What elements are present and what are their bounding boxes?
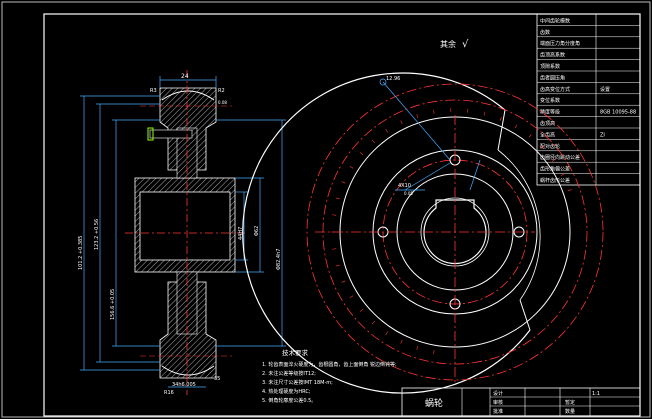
rim-tick [341, 280, 346, 283]
rim-tick [359, 152, 364, 156]
row-value-1: 暂定 [565, 399, 575, 406]
param-label: 齿数 [540, 29, 550, 36]
param-label: 中间齿轮模数 [540, 17, 570, 24]
param-label: 齿顶高系数 [540, 52, 565, 59]
rim-tick [416, 113, 419, 118]
dim-v1: 101.2 +0.385 [78, 236, 84, 270]
rim-tick [433, 109, 435, 114]
rim-tick [371, 320, 375, 325]
side-section-view: 24 R3 R2 0.08 35 34h6.005 R16 101.2 +0.3… [78, 70, 286, 396]
dim-r2b: 0.08 [218, 100, 227, 105]
rim-tick [514, 124, 518, 129]
dim-35: 35 [214, 376, 220, 382]
rim-tick [349, 166, 354, 169]
scale-label: 1:1 [592, 391, 600, 397]
inner-frame [43, 13, 641, 417]
rim-tick [341, 181, 346, 184]
tech-note: 3. 未注尺寸公差按IMT 18M-m; [262, 379, 333, 386]
rim-tick [371, 139, 375, 144]
tech-note: 4. 热处理硬度为HRC; [262, 388, 311, 395]
rim-tick [385, 129, 389, 133]
param-label: 齿圈径向跳动公差 [540, 154, 580, 161]
tech-note: 5. 倒角轮廓度公差0.5。 [262, 397, 316, 404]
row-label-1: 审核 [493, 399, 503, 406]
rim-tick [528, 134, 532, 138]
param-label: 顶隙系数 [540, 63, 560, 70]
param-label: 齿者圆压角 [540, 74, 565, 81]
rim-tick [416, 346, 419, 351]
rim-tick [483, 111, 486, 116]
dim-v5: Φ62 [254, 226, 260, 236]
dim-v3: 156.6 +0.05 [110, 289, 116, 320]
param-label: 齿顶高 [540, 120, 555, 127]
parameter-table: 中间齿轮模数齿数端面压力角分度角齿顶高系数顶隙系数齿者圆压角齿高变位方式 设置变位… [536, 13, 641, 186]
title-block: 蜗轮 设计 审核 批准 1:1 暂定 数量 [401, 387, 641, 417]
row-label-2: 批准 [493, 408, 503, 415]
front-dim-3: 0.05 [404, 191, 413, 196]
row-label-0: 设计 [493, 390, 503, 397]
part-name: 蜗轮 [425, 397, 443, 409]
tech-note: 1. 轮齿表面淬火硬度为，齿根圆角，齿上面倒角 锐边倒钝等; [262, 361, 397, 368]
row-value-2: 数量 [565, 408, 575, 415]
front-dim-2: 4X10 [398, 183, 411, 189]
param-label: 齿形角偏公差 [540, 166, 570, 173]
rim-tick [335, 197, 340, 200]
param-label: 蜗杆齿形公差 [540, 177, 570, 184]
dim-r16: R16 [164, 390, 174, 396]
param-value: ZI [600, 132, 605, 138]
param-label: 精度等级 [540, 109, 560, 116]
cad-drawing: 其余 √ 中间齿轮模数齿数端面压力角分度角齿顶高系数顶隙系数齿者圆压角齿高变位方… [1, 1, 651, 418]
dim-r3: R3 [150, 88, 157, 94]
rim-tick [385, 331, 389, 335]
rim-tick [499, 116, 502, 121]
roughness-note: 其余 [440, 39, 456, 49]
tech-title: 技术要求 [282, 348, 309, 357]
tech-note: 2. 未注公差等级按IT12; [262, 370, 316, 377]
front-dim-1: 12.96 [386, 76, 400, 82]
dim-top-width: 24 [181, 73, 189, 80]
rim-tick [359, 308, 364, 312]
param-value: 8GB 10095-88 [600, 110, 636, 116]
roughness-symbol: √ [462, 39, 469, 50]
technical-requirements: 技术要求 1. 轮齿表面淬火硬度为，齿根圆角，齿上面倒角 锐边倒钝等; 2. 未注… [262, 348, 397, 404]
dim-bottom-width: 34h6.005 [172, 382, 196, 388]
dim-r2: R2 [218, 88, 225, 94]
rim-tick [349, 295, 354, 298]
dim-v2: 123.2 +0.56 [94, 219, 100, 250]
param-label: 齿高变位方式 [540, 86, 570, 93]
param-value: 设置 [600, 86, 610, 93]
rim-tick [400, 120, 403, 125]
rim-tick [560, 173, 565, 176]
rim-tick [332, 248, 337, 250]
rim-tick [335, 264, 340, 267]
param-label: 端面压力角分度角 [540, 40, 580, 47]
rim-tick [567, 189, 572, 192]
param-label: 变位系数 [540, 97, 560, 104]
rim-tick [332, 214, 337, 216]
dim-v6: Φ82.4h7 [276, 249, 282, 270]
rim-tick [433, 350, 435, 355]
rim-tick [400, 339, 403, 344]
